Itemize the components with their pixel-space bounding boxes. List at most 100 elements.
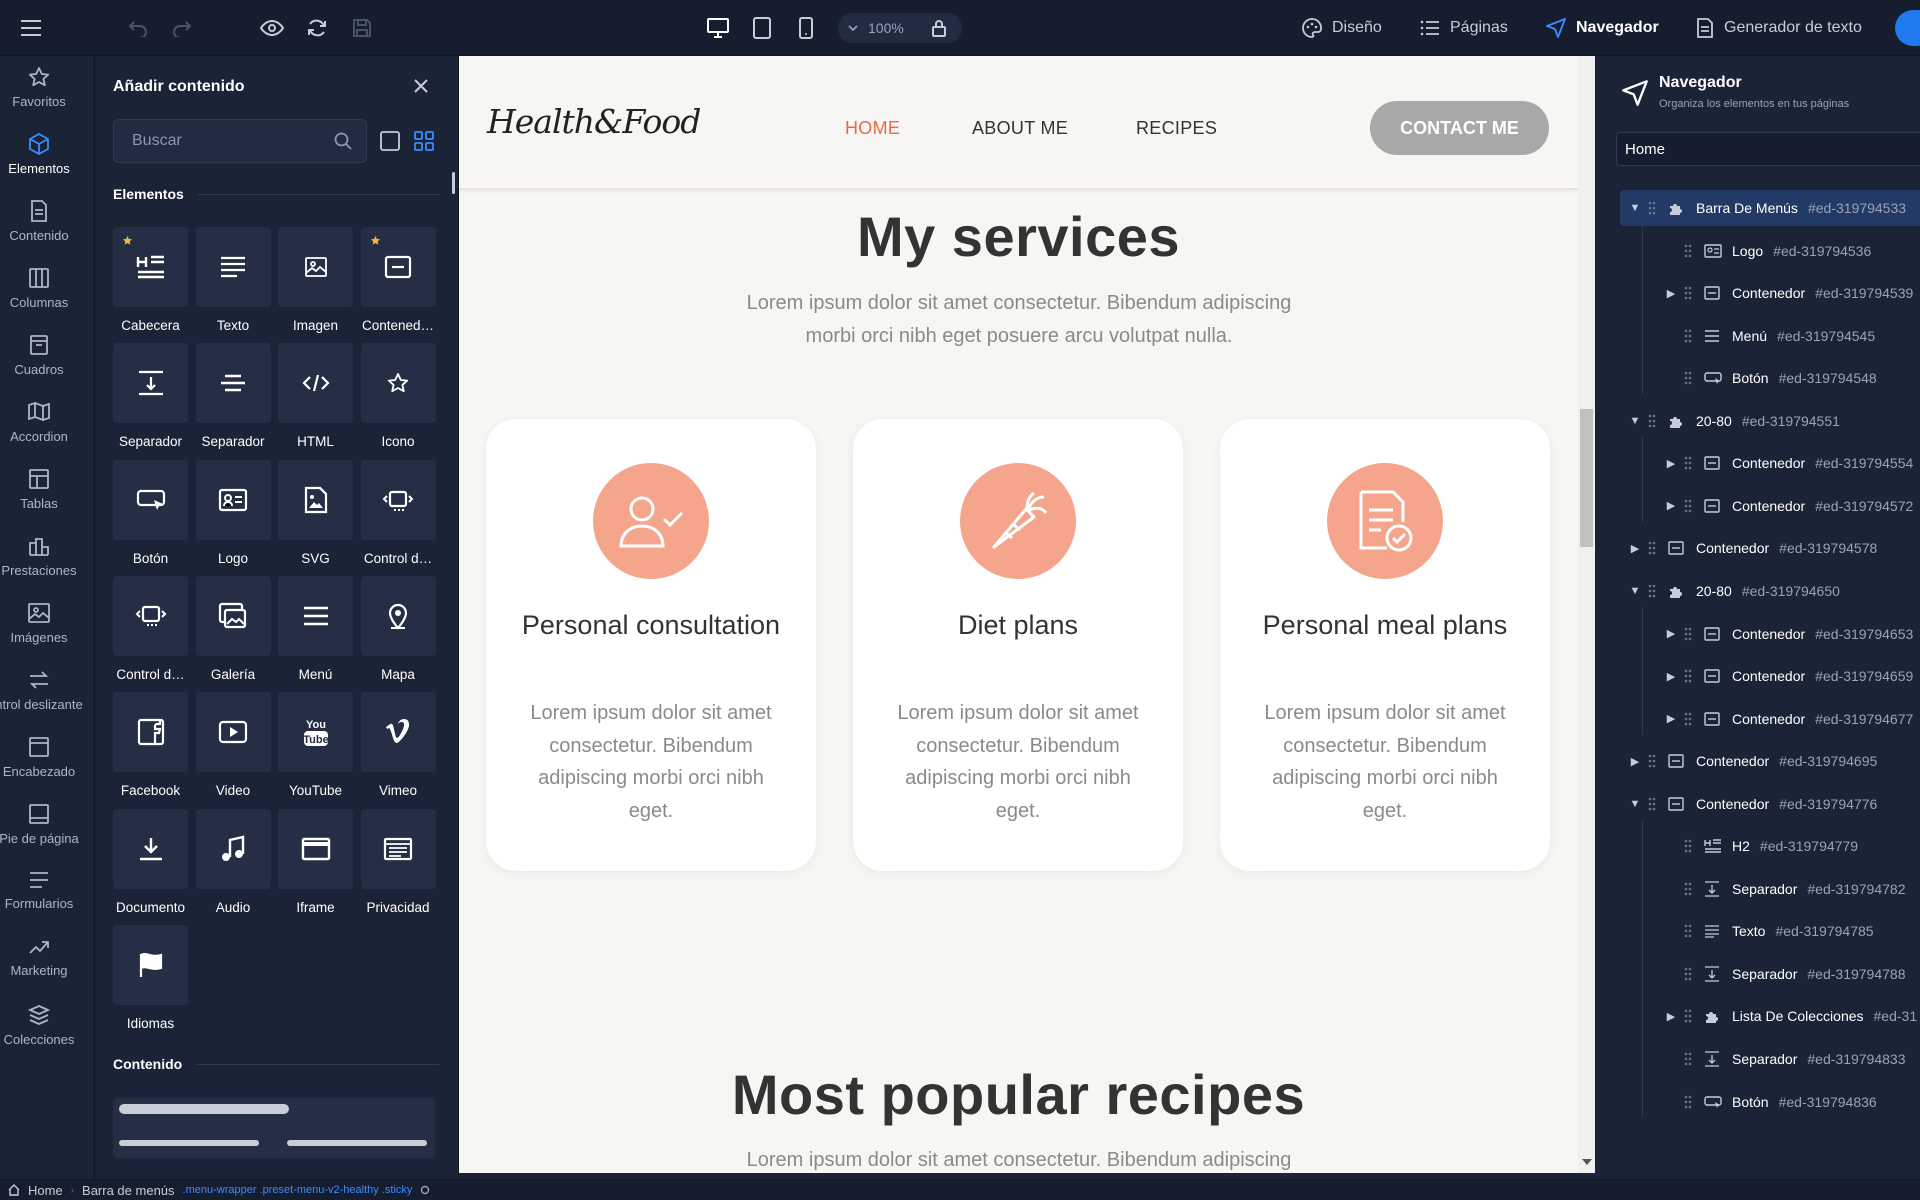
drag-handle-icon[interactable] xyxy=(1684,882,1698,896)
tree-node[interactable]: ▼ 20-80 #ed-319794650 xyxy=(1620,573,1920,609)
caret-down-icon[interactable]: ▼ xyxy=(1628,585,1642,597)
undo-icon[interactable] xyxy=(124,12,152,44)
hamburger-menu-icon[interactable] xyxy=(16,12,46,44)
element-tile[interactable]: Video xyxy=(195,692,271,798)
rail-item-form[interactable]: Formularios xyxy=(0,870,78,911)
tree-node[interactable]: Texto #ed-319794785 xyxy=(1620,913,1920,949)
drag-handle-icon[interactable] xyxy=(1648,797,1662,811)
element-tile[interactable]: HTML xyxy=(278,343,353,449)
drag-handle-icon[interactable] xyxy=(1648,201,1662,215)
element-tile[interactable]: Contened… xyxy=(360,227,436,333)
element-tile[interactable]: Control d… xyxy=(360,459,436,566)
drag-handle-icon[interactable] xyxy=(1684,244,1698,258)
drag-handle-icon[interactable] xyxy=(1684,839,1698,853)
drag-handle-icon[interactable] xyxy=(1648,414,1662,428)
caret-down-icon[interactable]: ▼ xyxy=(1628,415,1642,427)
tree-node[interactable]: ▶ Contenedor #ed-319794572 xyxy=(1620,488,1920,524)
element-tile[interactable]: SVG xyxy=(278,459,353,566)
caret-right-icon[interactable]: ▶ xyxy=(1664,627,1678,640)
refresh-icon[interactable] xyxy=(302,12,332,44)
publish-button[interactable] xyxy=(1895,10,1920,46)
element-tile[interactable]: Vimeo xyxy=(360,692,436,798)
site-logo[interactable]: Health&Food xyxy=(487,102,701,141)
tree-node[interactable]: ▶ Contenedor #ed-319794659 xyxy=(1620,658,1920,694)
rail-item-box[interactable]: Cuadros xyxy=(0,334,78,377)
rail-item-features[interactable]: Prestaciones xyxy=(0,535,78,578)
nav-about[interactable]: ABOUT ME xyxy=(972,118,1068,139)
design-nav[interactable]: Diseño xyxy=(1302,0,1382,56)
caret-right-icon[interactable]: ▶ xyxy=(1664,670,1678,683)
tree-node[interactable]: Separador #ed-319794833 xyxy=(1620,1041,1920,1077)
element-tile[interactable]: Galería xyxy=(195,575,271,682)
element-tile[interactable]: Imagen xyxy=(278,227,353,333)
tree-node[interactable]: ▶ Contenedor #ed-319794539 xyxy=(1620,275,1920,311)
element-tile[interactable]: Botón xyxy=(113,459,188,566)
element-tile[interactable]: You Tube YouTube xyxy=(278,692,353,798)
tree-node[interactable]: H2 #ed-319794779 xyxy=(1620,828,1920,864)
search-input[interactable] xyxy=(114,120,324,162)
tree-node[interactable]: ▶ Contenedor #ed-319794554 xyxy=(1620,445,1920,481)
lock-icon[interactable] xyxy=(926,12,952,44)
tree-node[interactable]: ▶ Contenedor #ed-319794653 xyxy=(1620,616,1920,652)
drag-handle-icon[interactable] xyxy=(1684,286,1698,300)
drag-handle-icon[interactable] xyxy=(1684,924,1698,938)
drag-handle-icon[interactable] xyxy=(1684,1009,1698,1023)
contact-button[interactable]: CONTACT ME xyxy=(1370,101,1549,155)
nav-home[interactable]: HOME xyxy=(845,118,900,139)
search-icon[interactable] xyxy=(334,132,352,150)
desktop-view-icon[interactable] xyxy=(703,12,733,44)
tree-node[interactable]: ▶ Lista De Colecciones #ed-31 xyxy=(1620,998,1920,1034)
nav-recipes[interactable]: RECIPES xyxy=(1136,118,1217,139)
drag-handle-icon[interactable] xyxy=(1684,1052,1698,1066)
scrollbar-thumb[interactable] xyxy=(1580,409,1593,547)
breadcrumb-current[interactable]: Barra de menús xyxy=(82,1183,175,1198)
grid-view-icon[interactable] xyxy=(414,131,434,151)
caret-right-icon[interactable]: ▶ xyxy=(1664,712,1678,725)
site-header[interactable]: Health&Food HOME ABOUT ME RECIPES CONTAC… xyxy=(459,56,1578,190)
preview-eye-icon[interactable] xyxy=(257,12,287,44)
drag-handle-icon[interactable] xyxy=(1648,584,1662,598)
caret-right-icon[interactable]: ▶ xyxy=(1664,287,1678,300)
element-tile[interactable]: Separador xyxy=(195,343,271,449)
rail-item-accordion[interactable]: Accordion xyxy=(0,401,78,444)
rail-item-footer[interactable]: Pie de página xyxy=(0,803,79,846)
element-tile[interactable]: Documento xyxy=(113,808,188,915)
close-icon[interactable] xyxy=(413,78,429,94)
drag-handle-icon[interactable] xyxy=(1684,499,1698,513)
rail-item-slider[interactable]: ntrol deslizante xyxy=(0,669,83,712)
drag-handle-icon[interactable] xyxy=(1684,967,1698,981)
drag-handle-icon[interactable] xyxy=(1648,541,1662,555)
scroll-down-icon[interactable] xyxy=(1582,1159,1592,1165)
caret-right-icon[interactable]: ▶ xyxy=(1628,755,1642,768)
element-tile[interactable]: Iframe xyxy=(278,808,353,915)
canvas-scrollbar[interactable] xyxy=(1578,56,1595,1173)
drag-handle-icon[interactable] xyxy=(1684,627,1698,641)
mobile-view-icon[interactable] xyxy=(792,12,820,44)
element-tile[interactable]: Logo xyxy=(195,459,271,566)
rail-item-star[interactable]: Favoritos xyxy=(0,66,78,109)
rail-item-header[interactable]: Encabezado xyxy=(0,736,78,779)
content-preview-tile[interactable] xyxy=(113,1098,435,1158)
pages-nav[interactable]: Páginas xyxy=(1420,0,1508,56)
drag-handle-icon[interactable] xyxy=(1684,371,1698,385)
tree-node[interactable]: ▶ Contenedor #ed-319794677 xyxy=(1620,701,1920,737)
rail-item-image[interactable]: Imágenes xyxy=(0,602,78,645)
element-tile[interactable]: Menú xyxy=(278,575,353,682)
tree-node[interactable]: Botón #ed-319794548 xyxy=(1620,360,1920,396)
tree-node[interactable]: ▶ Contenedor #ed-319794695 xyxy=(1620,743,1920,779)
element-tile[interactable]: Mapa xyxy=(360,575,436,682)
tree-node[interactable]: ▼ Contenedor #ed-319794776 xyxy=(1620,786,1920,822)
navigator-nav[interactable]: Navegador xyxy=(1546,0,1659,56)
rail-item-table[interactable]: Tablas xyxy=(0,468,78,511)
element-tile[interactable]: Control d… xyxy=(113,575,188,682)
tree-node[interactable]: ▶ Contenedor #ed-319794578 xyxy=(1620,530,1920,566)
caret-right-icon[interactable]: ▶ xyxy=(1664,499,1678,512)
tablet-view-icon[interactable] xyxy=(748,12,776,44)
tree-node[interactable]: ▼ 20-80 #ed-319794551 xyxy=(1620,403,1920,439)
element-tile[interactable]: Texto xyxy=(195,227,271,333)
rail-item-layers[interactable]: Colecciones xyxy=(0,1004,78,1047)
redo-icon[interactable] xyxy=(168,12,196,44)
save-icon[interactable] xyxy=(348,12,376,44)
element-tile[interactable]: Separador xyxy=(113,343,188,449)
text-generator-nav[interactable]: Generador de texto xyxy=(1696,0,1862,56)
